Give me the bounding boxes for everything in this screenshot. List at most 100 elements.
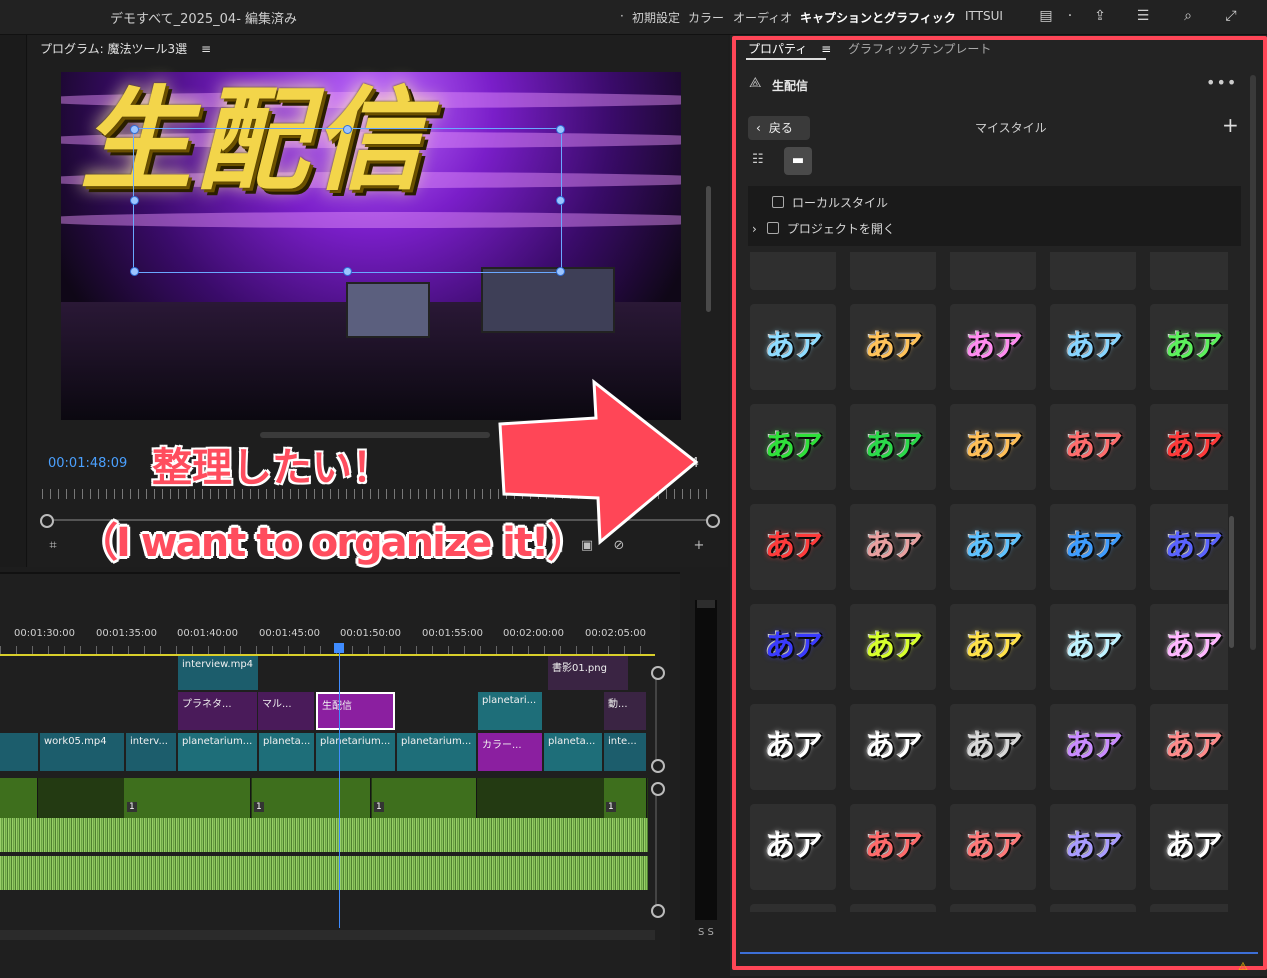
style-swatch[interactable]: あア bbox=[1050, 504, 1136, 590]
resize-handle[interactable] bbox=[130, 125, 139, 134]
clip-v2-selected[interactable]: 生配信 bbox=[316, 692, 395, 730]
clip-v1[interactable]: planeta... bbox=[544, 733, 602, 771]
style-swatch-partial[interactable] bbox=[750, 904, 836, 912]
style-swatch[interactable]: あア bbox=[1150, 604, 1228, 690]
more-options-icon[interactable]: ••• bbox=[1206, 73, 1237, 92]
checkbox-icon[interactable] bbox=[766, 222, 779, 234]
clip-v2[interactable]: planetari... bbox=[478, 692, 542, 730]
clip-v1[interactable]: カラー... bbox=[478, 733, 542, 771]
workspace-tab-default[interactable]: 初期設定 bbox=[632, 9, 680, 26]
timeline-scroll-knob[interactable] bbox=[651, 759, 665, 773]
style-swatch[interactable]: あア bbox=[1150, 404, 1228, 490]
style-swatch[interactable]: あア bbox=[750, 504, 836, 590]
style-swatch[interactable]: あア bbox=[750, 404, 836, 490]
style-swatch[interactable]: あア bbox=[850, 404, 936, 490]
clip-v2[interactable]: マル... bbox=[258, 692, 314, 730]
timeline-scroll-knob[interactable] bbox=[651, 666, 665, 680]
style-swatch-partial[interactable] bbox=[850, 904, 936, 912]
audio-waveform-a2[interactable] bbox=[0, 818, 648, 852]
style-swatch[interactable]: あア bbox=[750, 704, 836, 790]
style-swatch[interactable]: あア bbox=[1150, 504, 1228, 590]
style-swatch[interactable]: あア bbox=[1150, 704, 1228, 790]
monitor-vscrollbar[interactable] bbox=[706, 186, 711, 312]
style-swatch[interactable]: あア bbox=[850, 804, 936, 890]
tab-properties[interactable]: プロパティ ≡ bbox=[748, 40, 831, 57]
style-swatch-partial[interactable] bbox=[750, 252, 836, 290]
properties-scrollbar[interactable] bbox=[1250, 75, 1256, 650]
style-swatch-partial[interactable] bbox=[1050, 252, 1136, 290]
clip-v3[interactable]: 書影01.png bbox=[548, 656, 628, 690]
grid-view-icon[interactable]: ▬ bbox=[784, 147, 812, 175]
clip-v1[interactable]: planeta... bbox=[259, 733, 314, 771]
style-swatch[interactable]: あア bbox=[750, 604, 836, 690]
checkbox-icon[interactable] bbox=[772, 196, 784, 208]
add-style-icon[interactable]: + bbox=[1222, 113, 1239, 137]
audio-clip[interactable] bbox=[372, 778, 477, 818]
style-swatch-partial[interactable] bbox=[950, 904, 1036, 912]
style-swatch[interactable]: あア bbox=[950, 404, 1036, 490]
style-swatch[interactable]: あア bbox=[1150, 304, 1228, 390]
tree-item-local-styles[interactable]: ローカルスタイル bbox=[772, 194, 888, 211]
style-swatch[interactable]: あア bbox=[1050, 304, 1136, 390]
clip-v1[interactable]: planetarium... bbox=[178, 733, 257, 771]
style-swatch[interactable]: あア bbox=[1050, 404, 1136, 490]
style-swatch[interactable]: あア bbox=[850, 704, 936, 790]
workspace-tab-color[interactable]: カラー bbox=[688, 9, 724, 26]
search-sparkle-icon[interactable]: ⌕ bbox=[1178, 6, 1198, 26]
clip-v1[interactable]: work05.mp4 bbox=[40, 733, 124, 771]
timeline-scroll-knob[interactable] bbox=[651, 904, 665, 918]
resize-handle[interactable] bbox=[556, 125, 565, 134]
share-icon[interactable]: ⇪ bbox=[1090, 6, 1110, 26]
clip-v1[interactable]: interv... bbox=[126, 733, 176, 771]
audio-track-a1[interactable]: 1 1 1 1 bbox=[0, 778, 648, 818]
style-swatch[interactable]: あア bbox=[750, 804, 836, 890]
tab-graphic-templates[interactable]: グラフィックテンプレート bbox=[848, 40, 991, 57]
clip-v1[interactable]: planetarium... bbox=[316, 733, 395, 771]
style-swatch[interactable]: あア bbox=[950, 804, 1036, 890]
style-swatch[interactable]: あア bbox=[950, 704, 1036, 790]
clip-v1[interactable] bbox=[0, 733, 38, 771]
audio-clip[interactable] bbox=[0, 778, 38, 818]
workspaces-menu-icon[interactable]: ▤ bbox=[1036, 6, 1056, 26]
style-swatch[interactable]: あア bbox=[850, 304, 936, 390]
style-swatch[interactable]: あア bbox=[1050, 704, 1136, 790]
audio-waveform-a3[interactable] bbox=[0, 856, 648, 890]
style-swatch-partial[interactable] bbox=[1050, 904, 1136, 912]
tree-item-open-project[interactable]: › プロジェクトを開く bbox=[752, 220, 895, 237]
clip-v1[interactable]: planetarium... bbox=[397, 733, 476, 771]
style-swatch[interactable]: あア bbox=[1050, 604, 1136, 690]
resize-handle[interactable] bbox=[130, 267, 139, 276]
clip-v2[interactable]: プラネタ... bbox=[178, 692, 257, 730]
resize-handle[interactable] bbox=[130, 196, 139, 205]
audio-clip[interactable] bbox=[252, 778, 371, 818]
list-view-icon[interactable]: ☷ bbox=[752, 152, 772, 172]
audio-meter-solo-labels[interactable]: S S bbox=[698, 927, 714, 938]
workspace-tab-ittsui[interactable]: ITTSUI bbox=[965, 9, 1003, 23]
clip-v3[interactable]: interview.mp4 bbox=[178, 656, 258, 690]
swatch-grid-scrollbar[interactable] bbox=[1229, 516, 1234, 648]
chevron-right-icon[interactable]: › bbox=[752, 222, 757, 236]
style-swatch[interactable]: あア bbox=[1050, 804, 1136, 890]
style-swatch-partial[interactable] bbox=[1150, 904, 1228, 912]
style-swatch-partial[interactable] bbox=[950, 252, 1036, 290]
panels-icon[interactable]: ☰ bbox=[1133, 6, 1153, 26]
audio-clip[interactable] bbox=[124, 778, 251, 818]
timeline-ruler[interactable]: 00:01:30:00 00:01:35:00 00:01:40:00 00:0… bbox=[0, 628, 660, 642]
style-swatch-partial[interactable] bbox=[1150, 252, 1228, 290]
fullscreen-icon[interactable]: ⤢ bbox=[1221, 6, 1241, 26]
resize-handle[interactable] bbox=[556, 196, 565, 205]
timeline-scroll-knob[interactable] bbox=[651, 782, 665, 796]
style-swatch[interactable]: あア bbox=[950, 504, 1036, 590]
audio-clip[interactable] bbox=[604, 778, 647, 818]
panel-menu-icon[interactable]: ≡ bbox=[821, 42, 831, 56]
workspace-tab-audio[interactable]: オーディオ bbox=[733, 9, 792, 26]
style-swatch[interactable]: あア bbox=[950, 604, 1036, 690]
style-swatch[interactable]: あア bbox=[1150, 804, 1228, 890]
safe-margins-icon[interactable]: ⌗ bbox=[44, 537, 62, 555]
clip-v2[interactable]: 動... bbox=[604, 692, 646, 730]
resize-handle[interactable] bbox=[343, 125, 352, 134]
workspace-tab-captions-graphics[interactable]: キャプションとグラフィック bbox=[800, 9, 956, 26]
resize-handle[interactable] bbox=[556, 267, 565, 276]
style-swatch[interactable]: あア bbox=[850, 504, 936, 590]
timeline-hscrollbar[interactable] bbox=[0, 930, 655, 940]
